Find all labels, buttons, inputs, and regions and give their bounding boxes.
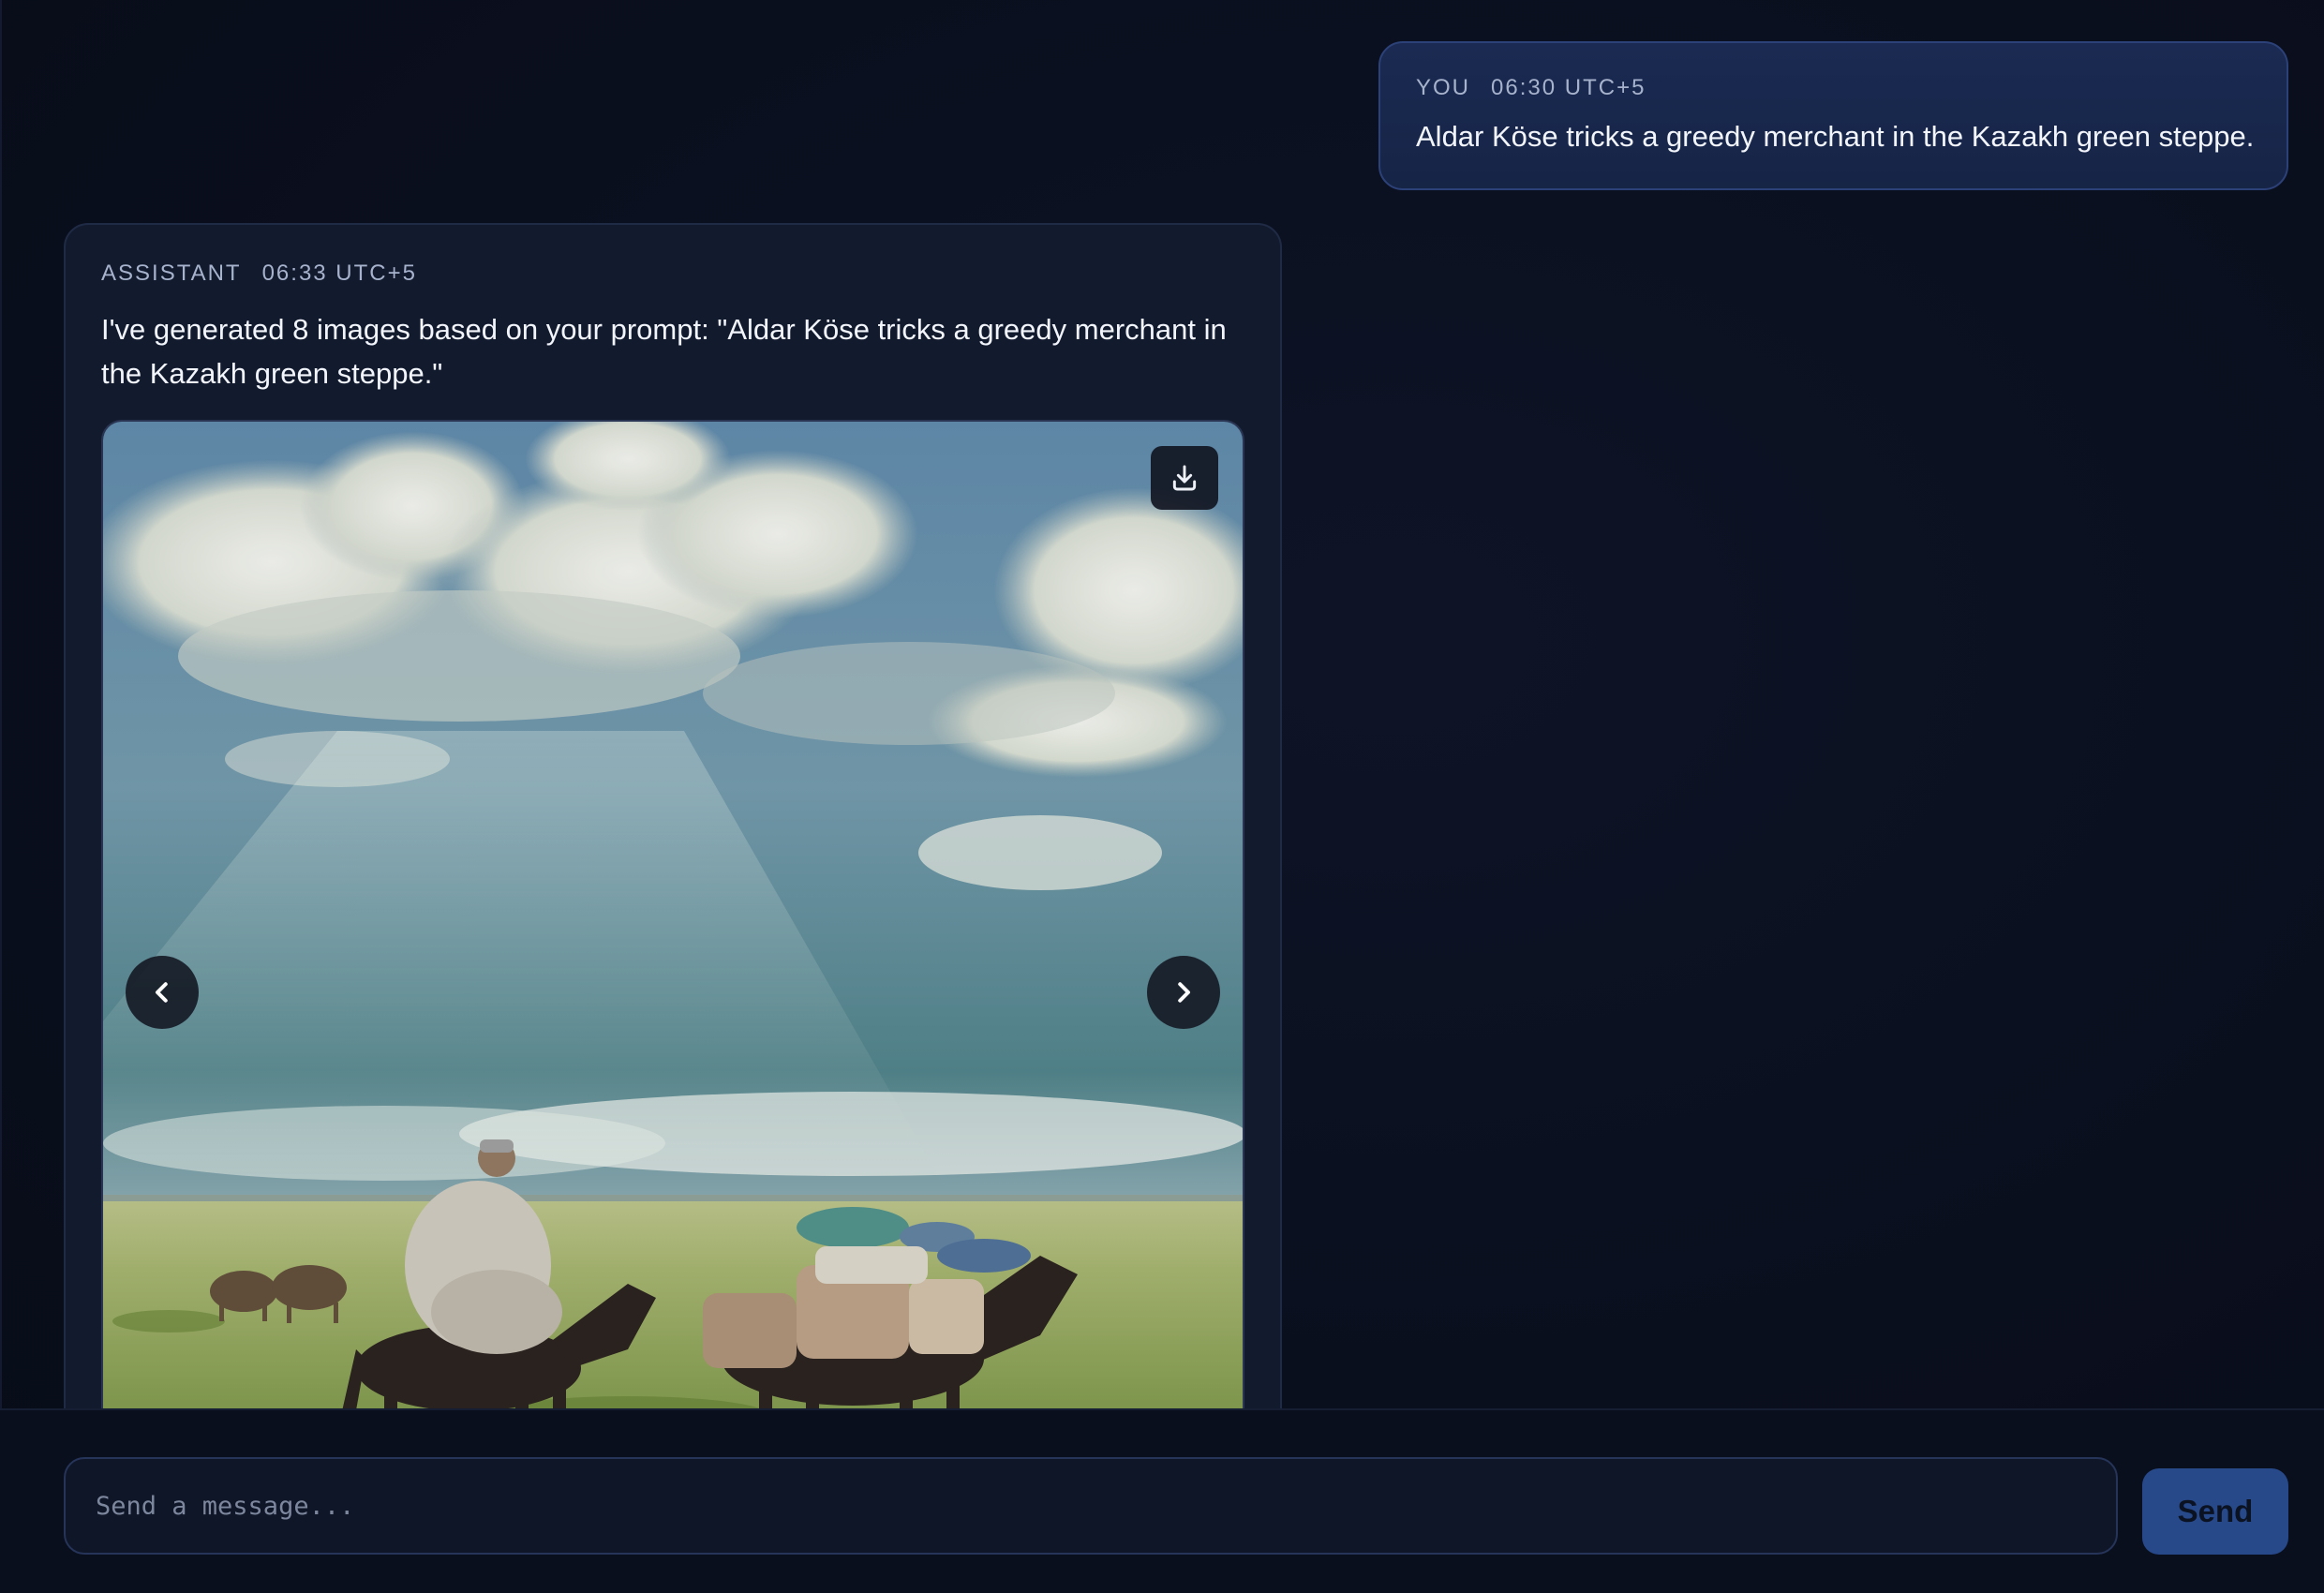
assistant-message-time: 06:33 UTC+5: [261, 261, 417, 286]
user-message-meta: YOU 06:30 UTC+5: [1416, 75, 2251, 101]
chat-scroll-area[interactable]: YOU 06:30 UTC+5 Aldar Köse tricks a greed…: [0, 0, 2324, 1408]
download-icon: [1172, 465, 1197, 491]
chat-app: YOU 06:30 UTC+5 Aldar Köse tricks a greed…: [0, 0, 2324, 1593]
assistant-message-meta: ASSISTANT 06:33 UTC+5: [101, 261, 1244, 287]
message-input[interactable]: [64, 1457, 2118, 1555]
user-message-bubble: YOU 06:30 UTC+5 Aldar Köse tricks a greed…: [1378, 41, 2288, 190]
image-carousel: [101, 420, 1244, 1408]
user-message-text: Aldar Köse tricks a greedy merchant in t…: [1416, 120, 2255, 153]
generated-image: [103, 422, 1243, 1408]
send-button[interactable]: Send: [2142, 1468, 2288, 1555]
assistant-message-bubble: ASSISTANT 06:33 UTC+5 I've generated 8 im…: [64, 223, 1282, 1408]
assistant-message-text: I've generated 8 images based on your pr…: [101, 313, 1227, 390]
chevron-left-icon: [156, 982, 168, 1003]
download-button[interactable]: [1151, 446, 1218, 510]
chevron-right-icon: [1178, 982, 1190, 1003]
assistant-role-label: ASSISTANT: [101, 261, 242, 286]
previous-image-button[interactable]: [126, 956, 199, 1029]
user-message-time: 06:30 UTC+5: [1491, 75, 1646, 100]
user-role-label: YOU: [1416, 75, 1471, 100]
message-composer: Send: [0, 1408, 2324, 1593]
next-image-button[interactable]: [1147, 956, 1220, 1029]
